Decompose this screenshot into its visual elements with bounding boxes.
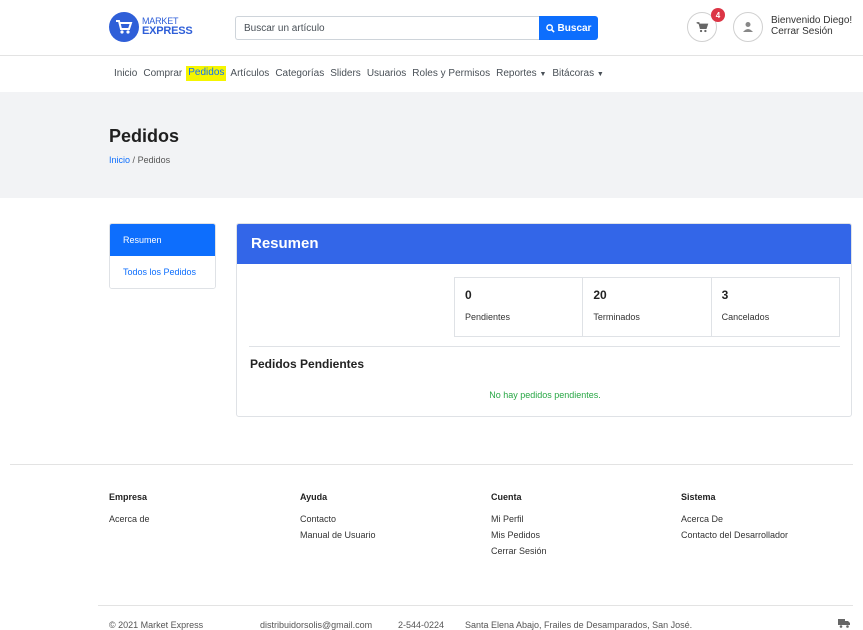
brand-logo[interactable]: MARKET EXPRESS xyxy=(109,10,199,44)
footer-link[interactable]: Contacto del Desarrollador xyxy=(681,530,788,540)
footer-link[interactable]: Cerrar Sesión xyxy=(491,546,547,556)
breadcrumb-separator: / xyxy=(132,155,136,165)
nav-item-bitacoras-label: Bitácoras xyxy=(552,68,595,79)
stat-value: 20 xyxy=(593,288,607,302)
cart-logo-icon xyxy=(109,12,139,42)
footer-column-ayuda: Ayuda Contacto Manual de Usuario xyxy=(300,492,376,546)
stat-label: Cancelados xyxy=(721,312,770,322)
stat-value: 0 xyxy=(465,288,472,302)
summary-card: Resumen 0 Pendientes 20 Terminados 3 Can… xyxy=(236,223,852,417)
summary-card-title: Resumen xyxy=(237,224,851,264)
stat-label: Pendientes xyxy=(465,312,511,322)
order-stats: 0 Pendientes 20 Terminados 3 Cancelados xyxy=(454,277,840,337)
user-avatar[interactable] xyxy=(733,12,763,42)
user-icon xyxy=(743,22,753,32)
caret-down-icon: ▼ xyxy=(596,71,604,78)
footer-divider xyxy=(10,464,853,465)
footer-heading: Ayuda xyxy=(300,492,328,502)
footer-link[interactable]: Manual de Usuario xyxy=(300,530,376,540)
cart-count-badge: 4 xyxy=(711,8,725,22)
search-input[interactable] xyxy=(235,16,539,40)
brand-line2: EXPRESS xyxy=(142,25,193,37)
logout-link[interactable]: Cerrar Sesión xyxy=(771,26,852,37)
stat-cancelados: 3 Cancelados xyxy=(712,278,839,336)
user-greeting: Bienvenido Diego! xyxy=(771,15,853,26)
page-header: Pedidos Inicio / Pedidos xyxy=(0,92,863,198)
footer-link[interactable]: Mis Pedidos xyxy=(491,530,547,540)
top-header: MARKET EXPRESS Buscar 4 Bienvenido Diego… xyxy=(0,0,863,56)
footer-link[interactable]: Contacto xyxy=(300,514,376,524)
footer-heading: Sistema xyxy=(681,492,716,502)
nav-item-bitacoras[interactable]: Bitácoras ▼ xyxy=(552,68,603,79)
user-info: Bienvenido Diego! Cerrar Sesión xyxy=(771,15,852,37)
footer-heading: Cuenta xyxy=(491,492,522,502)
main-nav: Inicio Comprar Pedidos Artículos Categor… xyxy=(0,57,863,92)
stat-label: Terminados xyxy=(593,312,640,322)
nav-item-articulos[interactable]: Artículos xyxy=(230,68,269,79)
footer-column-sistema: Sistema Acerca De Contacto del Desarroll… xyxy=(681,492,788,546)
footer-link[interactable]: Acerca De xyxy=(681,514,788,524)
stat-terminados: 20 Terminados xyxy=(583,278,712,336)
footer-link[interactable]: Mi Perfil xyxy=(491,514,547,524)
search-button-label: Buscar xyxy=(557,22,592,34)
search-button[interactable]: Buscar xyxy=(539,16,598,40)
footer-bottom-divider xyxy=(98,605,853,606)
nav-item-categorias[interactable]: Categorías xyxy=(275,68,324,79)
divider xyxy=(249,346,840,347)
nav-item-roles[interactable]: Roles y Permisos xyxy=(412,68,490,79)
breadcrumb-home[interactable]: Inicio xyxy=(109,155,130,165)
nav-item-reportes-label: Reportes xyxy=(496,68,537,79)
footer-heading: Empresa xyxy=(109,492,148,502)
footer-phone: 2-544-0224 xyxy=(398,620,445,630)
pending-orders-empty-message: No hay pedidos pendientes. xyxy=(489,390,601,400)
breadcrumb-current: Pedidos xyxy=(137,155,171,165)
stat-value: 3 xyxy=(721,288,729,302)
cart-icon xyxy=(695,22,708,33)
stat-pendientes: 0 Pendientes xyxy=(455,278,584,336)
caret-down-icon: ▼ xyxy=(539,71,547,78)
page-title: Pedidos xyxy=(109,126,180,146)
sidebar-item-resumen[interactable]: Resumen xyxy=(110,224,215,256)
truck-icon xyxy=(838,618,850,630)
nav-item-inicio[interactable]: Inicio xyxy=(114,68,137,79)
orders-sidebar: Resumen Todos los Pedidos xyxy=(109,223,216,289)
nav-item-pedidos[interactable]: Pedidos xyxy=(186,66,227,81)
nav-item-sliders[interactable]: Sliders xyxy=(330,68,361,79)
search-bar: Buscar xyxy=(235,16,598,40)
nav-item-usuarios[interactable]: Usuarios xyxy=(367,68,406,79)
copyright: © 2021 Market Express xyxy=(109,620,204,630)
nav-item-comprar[interactable]: Comprar xyxy=(143,68,182,79)
footer-column-empresa: Empresa Acerca de xyxy=(109,492,150,530)
footer-email: distribuidorsolis@gmail.com xyxy=(260,620,373,630)
search-icon xyxy=(545,23,555,33)
footer-address: Santa Elena Abajo, Frailes de Desamparad… xyxy=(465,620,693,630)
pending-orders-heading: Pedidos Pendientes xyxy=(250,357,365,371)
sidebar-item-todos-pedidos[interactable]: Todos los Pedidos xyxy=(110,256,215,288)
footer-column-cuenta: Cuenta Mi Perfil Mis Pedidos Cerrar Sesi… xyxy=(491,492,547,562)
nav-item-reportes[interactable]: Reportes ▼ xyxy=(496,68,546,79)
breadcrumb: Inicio / Pedidos xyxy=(109,155,170,165)
brand-name: MARKET EXPRESS xyxy=(142,16,193,37)
footer-link[interactable]: Acerca de xyxy=(109,514,150,524)
